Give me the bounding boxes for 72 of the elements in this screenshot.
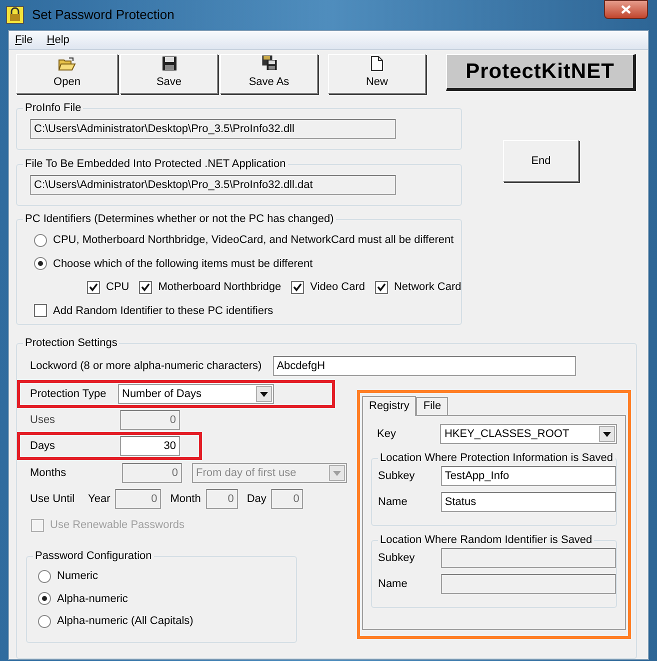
group-title: PC Identifiers (Determines whether or not the PC has changed)	[23, 212, 336, 226]
checkbox[interactable]	[87, 280, 100, 294]
text-field[interactable]: C:\Users\Administrator\Desktop\Pro_3.5\ProInfo32.dll.dat	[30, 175, 396, 195]
radio-button[interactable]	[38, 614, 51, 628]
caret-icon	[599, 426, 615, 442]
dropdown[interactable]: HKEY_CLASSES_ROOT	[440, 424, 617, 444]
radio-label: Numeric	[57, 569, 98, 584]
text-field[interactable]: 30	[120, 436, 180, 456]
field-label: Subkey	[378, 468, 416, 484]
group-title: Password Configuration	[33, 549, 154, 563]
radio-label: Alpha-numeric (All Capitals)	[57, 614, 194, 629]
field-label: Lockword (8 or more alpha-numeric characters)	[30, 358, 262, 374]
folder-icon	[58, 56, 76, 70]
radio-button[interactable]	[38, 592, 51, 606]
checkbox-label: CPU	[106, 280, 130, 295]
checkbox-label: Network Card	[394, 280, 462, 295]
field-label: Protection Type	[30, 386, 108, 402]
caret-icon	[329, 465, 345, 481]
field-label: Uses	[30, 412, 56, 428]
toolbar-button[interactable]: Save	[120, 54, 218, 94]
checkbox[interactable]	[374, 280, 388, 294]
field-label: Name	[378, 576, 408, 592]
padlock-icon	[6, 6, 24, 24]
radio-button[interactable]	[34, 234, 47, 247]
field-label: Name	[378, 494, 408, 510]
dropdown[interactable]: Number of Days	[118, 384, 274, 404]
checkbox[interactable]	[139, 280, 152, 294]
radio-button[interactable]	[34, 257, 47, 270]
toolbar-button[interactable]: New	[328, 54, 426, 94]
field-label: Days	[30, 438, 56, 454]
text-field[interactable]	[440, 574, 616, 594]
radio-label: CPU, Motherboard Northbridge, VideoCard, and NetworkCard must all be different	[53, 233, 454, 248]
radio-label: Choose which of the following items must be different	[53, 256, 313, 272]
field-label: Day	[246, 492, 266, 507]
menu-item[interactable]: Help	[46, 32, 70, 48]
logo: ProtectKitNET	[446, 54, 636, 91]
tab[interactable]: File	[416, 397, 448, 415]
text-field[interactable]: 0	[271, 489, 304, 509]
checkbox-label: Add Random Identifier to these PC identifiers	[53, 304, 274, 318]
close-icon	[621, 5, 631, 14]
text-field[interactable]: TestApp_Info	[440, 466, 616, 486]
group-title: Protection Settings	[23, 336, 120, 350]
text-field[interactable]: AbcdefgH	[272, 356, 576, 376]
text-field[interactable]: 0	[206, 489, 238, 509]
checkbox-label: Use Renewable Passwords	[50, 518, 185, 533]
checkbox-label: Video Card	[310, 280, 365, 295]
text-field[interactable]	[440, 548, 616, 568]
field-label: Key	[376, 426, 397, 442]
end-button[interactable]: End	[503, 140, 579, 182]
field-label: Months	[30, 466, 68, 481]
toolbar-button[interactable]: Open	[16, 54, 118, 94]
field-label: Subkey	[378, 550, 416, 566]
checkbox[interactable]	[34, 304, 47, 318]
group-title: File To Be Embedded Into Protected .NET Application	[23, 157, 288, 171]
tab[interactable]: Registry	[362, 396, 416, 416]
radio-button[interactable]	[38, 570, 51, 583]
window-title: Set Password Protection	[32, 6, 174, 24]
floppy-disks-icon	[260, 55, 278, 70]
close-button[interactable]	[604, 0, 648, 19]
text-field[interactable]: 0	[115, 489, 162, 509]
text-field[interactable]: C:\Users\Administrator\Desktop\Pro_3.5\ProInfo32.dll	[30, 119, 396, 139]
checkbox-label: Motherboard Northbridge	[158, 280, 282, 295]
text-field[interactable]: Status	[440, 492, 616, 512]
toolbar-button[interactable]: Save As	[220, 54, 318, 94]
field-label: Year	[88, 492, 110, 507]
field-label: Month	[170, 492, 201, 507]
blank-page-icon	[371, 56, 383, 70]
caret-icon	[256, 386, 272, 402]
menu-item[interactable]: File	[15, 32, 33, 48]
radio-label: Alpha-numeric	[57, 592, 128, 606]
field-label: Use Until	[30, 492, 76, 507]
checkbox[interactable]	[291, 280, 304, 294]
